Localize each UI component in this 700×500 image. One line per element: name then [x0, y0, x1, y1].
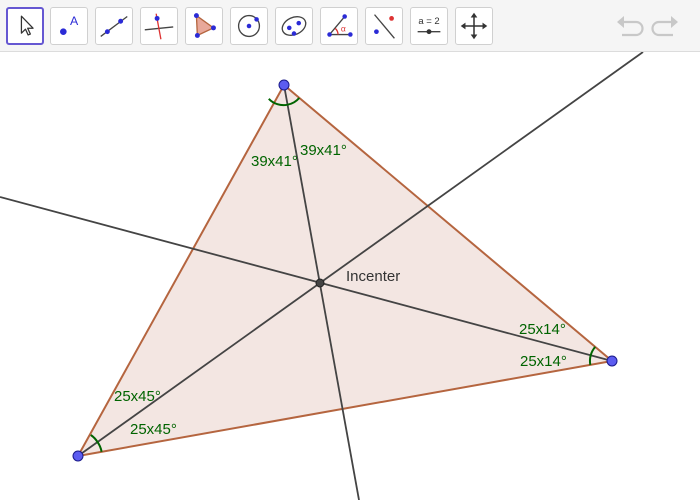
reflect-point-icon: [374, 14, 395, 39]
circle-center-point-icon: [237, 14, 261, 38]
polygon-tool-button[interactable]: [185, 7, 223, 45]
angle-label-b-lower: 25x14°: [520, 353, 567, 370]
cursor-arrow-icon: [20, 15, 34, 36]
point-tool-button[interactable]: A: [50, 7, 88, 45]
ellipse-icon: [281, 16, 307, 36]
perpendicular-line-tool-button[interactable]: [140, 7, 178, 45]
angle-tool-glyph: α: [341, 24, 346, 34]
angle-arc-b-lower: [588, 355, 592, 366]
redo-icon: [651, 16, 678, 37]
polygon-icon: [193, 13, 216, 38]
vertex-a[interactable]: [278, 79, 290, 91]
incenter-point[interactable]: [315, 278, 325, 288]
move-tool-button[interactable]: [6, 7, 44, 45]
ellipse-tool-button[interactable]: [275, 7, 313, 45]
point-tool-glyph: A: [70, 14, 79, 28]
incenter-label: Incenter: [346, 268, 400, 285]
angle-label-c-lower: 25x45°: [130, 421, 177, 438]
point-label-icon: A: [60, 14, 79, 35]
undo-icon: [617, 16, 644, 37]
move-view-tool-button[interactable]: [455, 7, 493, 45]
line-icon: [100, 15, 128, 37]
undo-button[interactable]: [614, 12, 644, 40]
slider-icon: a = 2: [417, 16, 441, 35]
slider-tool-glyph: a = 2: [418, 16, 439, 27]
angle-label-c-upper: 25x45°: [114, 388, 161, 405]
circle-tool-button[interactable]: [230, 7, 268, 45]
angle-icon: α: [327, 14, 353, 37]
angle-label-b-upper: 25x14°: [519, 321, 566, 338]
reflect-tool-button[interactable]: [365, 7, 403, 45]
geometry-canvas[interactable]: Incenter 39x41° 39x41° 25x14° 25x14° 25x…: [0, 52, 700, 500]
graphics-view[interactable]: Incenter 39x41° 39x41° 25x14° 25x14° 25x…: [0, 52, 700, 500]
perpendicular-line-icon: [144, 13, 174, 40]
vertex-c[interactable]: [72, 450, 84, 462]
redo-button[interactable]: [651, 12, 681, 40]
toolbar: A α a = 2: [0, 0, 700, 52]
angle-label-a-left: 39x41°: [251, 153, 298, 170]
move-view-icon: [460, 12, 488, 40]
angle-tool-button[interactable]: α: [320, 7, 358, 45]
vertex-b[interactable]: [606, 355, 618, 367]
line-tool-button[interactable]: [95, 7, 133, 45]
angle-label-a-right: 39x41°: [300, 142, 347, 159]
slider-tool-button[interactable]: a = 2: [410, 7, 448, 45]
